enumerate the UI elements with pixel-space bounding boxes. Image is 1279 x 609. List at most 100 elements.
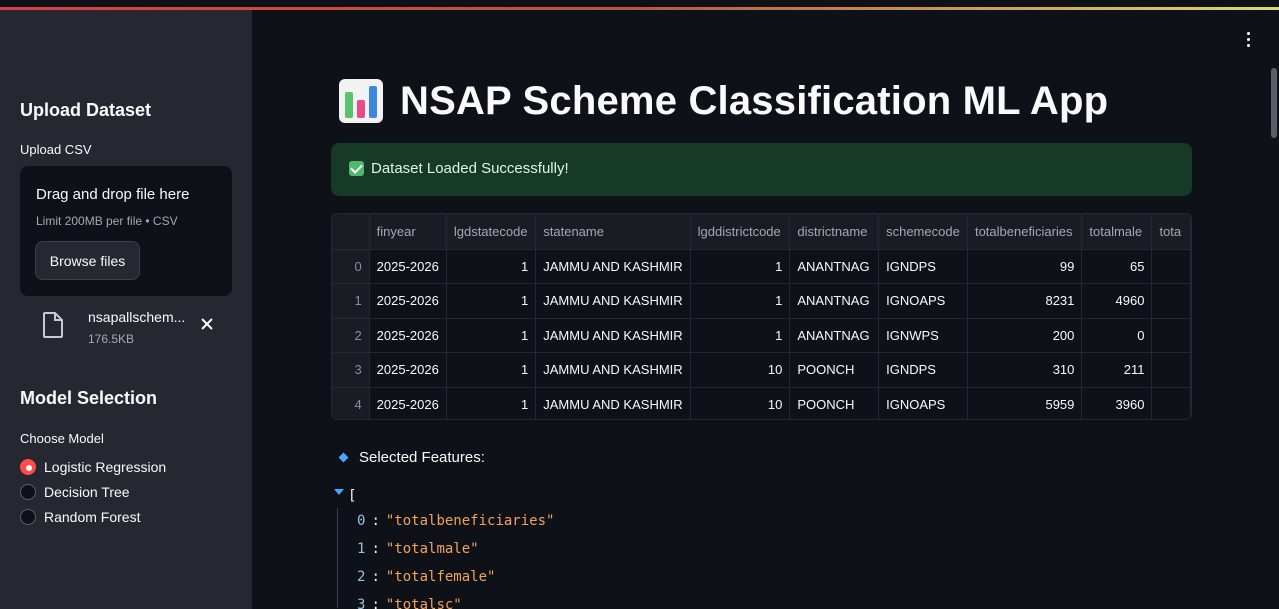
column-header[interactable]: totalmale xyxy=(1081,214,1153,250)
column-header[interactable]: districtname xyxy=(789,214,880,250)
table-cell[interactable]: 10 xyxy=(690,387,791,419)
table-cell[interactable]: IGNDPS xyxy=(878,249,968,284)
column-header[interactable]: totalbeneficiaries xyxy=(967,214,1083,250)
table-cell[interactable]: JAMMU AND KASHMIR xyxy=(535,352,691,388)
table-cell[interactable]: 1 xyxy=(690,283,791,319)
table-cell[interactable]: 99 xyxy=(967,249,1083,284)
table-row: 2 2025-2026 1 JAMMU AND KASHMIR 1 ANANTN… xyxy=(332,318,1191,353)
uploaded-file: nsapallschem... 176.5KB xyxy=(20,304,232,348)
radio-decision-tree[interactable]: Decision Tree xyxy=(20,482,130,502)
table-cell[interactable]: IGNOAPS xyxy=(878,387,968,419)
table-cell[interactable]: ANANTNAG xyxy=(789,318,880,353)
json-value: "totalmale" xyxy=(385,541,479,557)
main-scrollbar[interactable] xyxy=(1271,68,1277,138)
page-title: NSAP Scheme Classification ML App xyxy=(338,73,1108,129)
table-cell[interactable]: IGNWPS xyxy=(878,318,968,353)
close-icon[interactable] xyxy=(198,316,216,334)
table-cell[interactable]: 211 xyxy=(1081,352,1153,388)
title-text: NSAP Scheme Classification ML App xyxy=(400,78,1109,123)
column-header[interactable]: schemecode xyxy=(878,214,968,250)
column-header[interactable]: finyear xyxy=(369,214,447,250)
table-row: 3 2025-2026 1 JAMMU AND KASHMIR 10 POONC… xyxy=(332,352,1191,388)
table-cell[interactable]: JAMMU AND KASHMIR xyxy=(535,249,691,284)
column-header[interactable]: lgddistrictcode xyxy=(690,214,791,250)
column-header[interactable]: statename xyxy=(535,214,691,250)
table-cell[interactable] xyxy=(1151,352,1191,388)
table-cell[interactable]: IGNOAPS xyxy=(878,283,968,319)
json-item: 2: "totalfemale" xyxy=(357,569,496,585)
radio-icon xyxy=(20,484,36,500)
table-cell[interactable]: POONCH xyxy=(789,352,880,388)
table-cell[interactable]: 1 xyxy=(690,318,791,353)
top-decoration xyxy=(0,0,1279,10)
table-cell[interactable]: 1 xyxy=(446,318,537,353)
table-cell[interactable]: 5959 xyxy=(967,387,1083,419)
table-cell[interactable]: JAMMU AND KASHMIR xyxy=(535,387,691,419)
file-icon xyxy=(43,312,63,338)
choose-model-label: Choose Model xyxy=(20,431,104,446)
dataframe-table[interactable]: finyear lgdstatecode statename lgddistri… xyxy=(331,213,1192,420)
kebab-menu-icon[interactable] xyxy=(1238,28,1260,50)
table-cell[interactable]: 2025-2026 xyxy=(369,318,447,353)
radio-icon xyxy=(20,509,36,525)
radio-logistic-regression[interactable]: Logistic Regression xyxy=(20,457,166,477)
table-cell[interactable]: 1 xyxy=(446,352,537,388)
table-cell[interactable] xyxy=(1151,249,1191,284)
json-key: 0 xyxy=(357,513,366,529)
row-index: 1 xyxy=(332,283,370,319)
row-index: 4 xyxy=(332,387,370,419)
bar-chart-icon xyxy=(339,79,383,123)
json-key: 2 xyxy=(357,569,366,585)
table-row: 1 2025-2026 1 JAMMU AND KASHMIR 1 ANANTN… xyxy=(332,283,1191,319)
table-cell[interactable]: IGNDPS xyxy=(878,352,968,388)
table-cell[interactable]: 1 xyxy=(446,249,537,284)
success-alert: Dataset Loaded Successfully! xyxy=(331,143,1192,196)
success-message: Dataset Loaded Successfully! xyxy=(371,160,569,177)
dropzone-limit: Limit 200MB per file • CSV xyxy=(36,214,178,228)
table-cell[interactable]: 10 xyxy=(690,352,791,388)
json-open-bracket: [ xyxy=(348,488,357,504)
file-dropzone[interactable]: Drag and drop file here Limit 200MB per … xyxy=(20,166,232,296)
table-cell[interactable] xyxy=(1151,387,1191,419)
table-cell[interactable]: 1 xyxy=(690,249,791,284)
row-index: 0 xyxy=(332,249,370,284)
selected-features-label: Selected Features: xyxy=(338,447,485,467)
file-size: 176.5KB xyxy=(88,332,135,346)
table-cell[interactable]: 310 xyxy=(967,352,1083,388)
column-header[interactable]: lgdstatecode xyxy=(446,214,537,250)
radio-label: Logistic Regression xyxy=(44,459,167,475)
collapse-toggle-icon[interactable] xyxy=(334,489,344,495)
table-cell[interactable]: POONCH xyxy=(789,387,880,419)
table-cell[interactable]: 8231 xyxy=(967,283,1083,319)
json-item: 3: "totalsc" xyxy=(357,597,462,609)
table-row: 0 2025-2026 1 JAMMU AND KASHMIR 1 ANANTN… xyxy=(332,249,1191,284)
table-cell[interactable]: ANANTNAG xyxy=(789,283,880,319)
json-value: "totalfemale" xyxy=(385,569,496,585)
column-header[interactable] xyxy=(332,214,370,250)
table-cell[interactable]: 2025-2026 xyxy=(369,387,447,419)
table-cell[interactable]: 0 xyxy=(1081,318,1153,353)
table-cell[interactable]: 4960 xyxy=(1081,283,1153,319)
table-cell[interactable] xyxy=(1151,318,1191,353)
table-cell[interactable]: 1 xyxy=(446,387,537,419)
browse-files-button[interactable]: Browse files xyxy=(35,241,140,280)
table-cell[interactable]: 2025-2026 xyxy=(369,352,447,388)
table-cell[interactable]: 1 xyxy=(446,283,537,319)
json-item: 1: "totalmale" xyxy=(357,541,479,557)
column-header[interactable]: tota xyxy=(1151,214,1191,250)
table-cell[interactable] xyxy=(1151,283,1191,319)
table-cell[interactable]: 3960 xyxy=(1081,387,1153,419)
upload-heading: Upload Dataset xyxy=(20,100,152,120)
table-cell[interactable]: 2025-2026 xyxy=(369,283,447,319)
file-name: nsapallschem... xyxy=(88,309,186,325)
table-cell[interactable]: JAMMU AND KASHMIR xyxy=(535,283,691,319)
table-row: 4 2025-2026 1 JAMMU AND KASHMIR 10 POONC… xyxy=(332,387,1191,419)
table-cell[interactable]: ANANTNAG xyxy=(789,249,880,284)
table-cell[interactable]: 65 xyxy=(1081,249,1153,284)
table-cell[interactable]: JAMMU AND KASHMIR xyxy=(535,318,691,353)
model-heading: Model Selection xyxy=(20,388,158,408)
json-item: 0: "totalbeneficiaries" xyxy=(357,513,555,529)
table-cell[interactable]: 200 xyxy=(967,318,1083,353)
table-cell[interactable]: 2025-2026 xyxy=(369,249,447,284)
radio-random-forest[interactable]: Random Forest xyxy=(20,507,140,527)
